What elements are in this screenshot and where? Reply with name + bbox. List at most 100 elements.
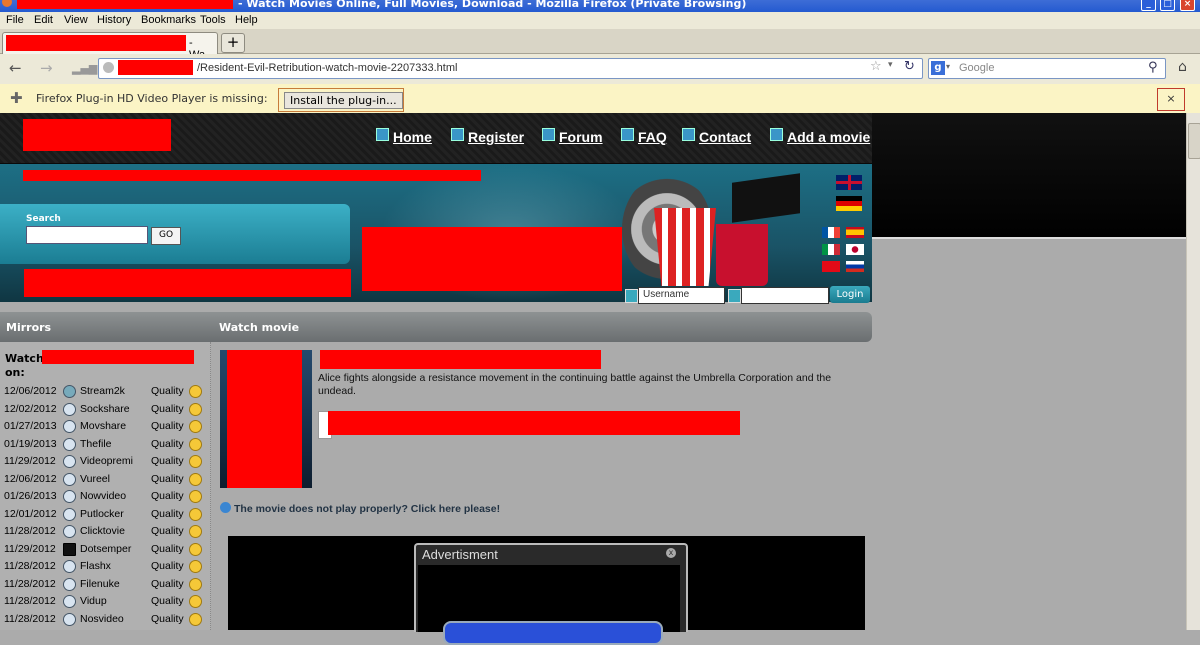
smiley-icon: [189, 560, 202, 573]
play-issue-link[interactable]: The movie does not play properly? Click …: [220, 502, 500, 515]
smiley-icon: [189, 472, 202, 486]
mirror-row[interactable]: 12/06/2012 Vureel Quality: [0, 471, 209, 488]
mirror-row[interactable]: 11/29/2012 Videopremi Quality: [0, 453, 209, 470]
mirror-host[interactable]: Stream2k: [80, 385, 125, 397]
username-input[interactable]: Username: [638, 287, 725, 304]
germany-flag-icon[interactable]: [836, 196, 862, 211]
nav-home[interactable]: Home: [376, 128, 432, 145]
nav-register[interactable]: Register: [451, 128, 524, 145]
lock-icon: [728, 289, 741, 303]
engine-dropdown-icon[interactable]: ▾: [946, 62, 950, 71]
mirror-row[interactable]: 11/28/2012 Flashx Quality: [0, 558, 209, 575]
mirror-row[interactable]: 11/29/2012 Dotsemper Quality: [0, 541, 209, 558]
home-icon[interactable]: ⌂: [1178, 59, 1187, 75]
soda-cup-icon: [716, 224, 768, 286]
ad-button[interactable]: [443, 621, 663, 645]
forward-arrow-icon[interactable]: →: [40, 59, 53, 77]
uk-flag-icon[interactable]: [836, 175, 862, 190]
google-icon[interactable]: g: [931, 61, 945, 75]
mirror-row[interactable]: 01/26/2013 Nowvideo Quality: [0, 488, 209, 505]
nav-faq[interactable]: FAQ: [621, 128, 667, 145]
nav-contact[interactable]: Contact: [682, 128, 751, 145]
menu-edit[interactable]: Edit: [34, 14, 53, 26]
install-plugin-button[interactable]: Install the plug-in...: [278, 88, 404, 112]
vertical-scrollbar[interactable]: [1186, 113, 1200, 630]
mirror-row[interactable]: 12/02/2012 Sockshare Quality: [0, 401, 209, 418]
nav-forum[interactable]: Forum: [542, 128, 603, 145]
mirror-row[interactable]: 12/06/2012 Stream2k Quality: [0, 383, 209, 400]
mirror-quality: Quality: [151, 472, 184, 485]
site-search-input[interactable]: [26, 226, 148, 244]
bookmark-star-icon[interactable]: ☆: [870, 59, 882, 74]
firefox-logo-icon: [2, 0, 12, 7]
menu-view[interactable]: View: [64, 14, 88, 26]
menu-tools[interactable]: Tools: [200, 14, 226, 26]
mirror-row[interactable]: 11/28/2012 Nosvideo Quality: [0, 611, 209, 628]
mirror-host[interactable]: Flashx: [80, 560, 111, 572]
mirror-host[interactable]: Movshare: [80, 420, 126, 432]
mirror-host[interactable]: Nosvideo: [80, 613, 124, 625]
mirror-quality: Quality: [151, 490, 184, 502]
mirror-host[interactable]: Filenuke: [80, 578, 120, 590]
menu-help[interactable]: Help: [235, 14, 258, 26]
url-bar[interactable]: /Resident-Evil-Retribution-watch-movie-2…: [98, 58, 923, 79]
mirror-host[interactable]: Thefile: [80, 438, 112, 450]
mirror-row[interactable]: 01/27/2013 Movshare Quality: [0, 418, 209, 435]
question-icon: [621, 128, 634, 141]
search-icon[interactable]: ⚲: [1148, 60, 1158, 75]
tab-active[interactable]: - Wa...: [2, 32, 218, 61]
dropdown-icon[interactable]: ▾: [888, 60, 893, 70]
menu-bookmarks[interactable]: Bookmarks: [141, 14, 196, 26]
mirror-host[interactable]: Clicktovie: [80, 525, 125, 537]
scrollbar-thumb[interactable]: [1188, 123, 1200, 159]
mirror-date: 01/27/2013: [4, 420, 57, 432]
search-bar[interactable]: g ▾ Google ⚲: [928, 58, 1166, 79]
menu-bar: File Edit View History Bookmarks Tools H…: [0, 12, 1200, 29]
mirror-date: 12/01/2012: [4, 507, 57, 520]
mirror-quality: Quality: [151, 525, 184, 537]
italy-flag-icon[interactable]: [822, 244, 840, 255]
mirror-host[interactable]: Videopremi: [80, 455, 133, 467]
mirror-host[interactable]: Sockshare: [80, 403, 130, 415]
mirror-date: 11/28/2012: [4, 612, 56, 625]
russia-flag-icon[interactable]: [846, 261, 864, 272]
mirror-host[interactable]: Nowvideo: [80, 490, 126, 502]
turkey-flag-icon[interactable]: [822, 261, 840, 272]
mirror-row[interactable]: 11/28/2012 Clicktovie Quality: [0, 523, 209, 540]
mirror-row[interactable]: 01/19/2013 Thefile Quality: [0, 436, 209, 453]
back-arrow-icon[interactable]: ←: [9, 59, 22, 77]
maximize-icon[interactable]: □: [1160, 0, 1175, 11]
globe-icon: [103, 62, 114, 73]
go-button[interactable]: GO: [151, 227, 181, 245]
nav-add-movie[interactable]: Add a movie: [770, 128, 870, 145]
mirror-row[interactable]: 11/28/2012 Filenuke Quality: [0, 576, 209, 593]
mirror-host[interactable]: Vidup: [80, 595, 107, 607]
host-icon: [63, 595, 76, 608]
minimize-icon[interactable]: _: [1141, 0, 1156, 11]
close-window-icon[interactable]: ×: [1180, 0, 1195, 11]
login-button[interactable]: Login: [830, 286, 870, 303]
mirror-date: 11/29/2012: [4, 542, 56, 555]
home-icon: [376, 128, 389, 141]
close-notification-icon[interactable]: ×: [1157, 88, 1185, 111]
japan-flag-icon[interactable]: [846, 244, 864, 255]
spain-flag-icon[interactable]: [846, 227, 864, 238]
smiley-icon: [189, 612, 202, 626]
menu-history[interactable]: History: [97, 14, 131, 26]
mirror-host[interactable]: Vureel: [80, 473, 110, 485]
mirror-row[interactable]: 12/01/2012 Putlocker Quality: [0, 506, 209, 523]
mirror-host[interactable]: Dotsemper: [80, 543, 131, 555]
france-flag-icon[interactable]: [822, 227, 840, 238]
menu-file[interactable]: File: [6, 14, 24, 26]
redacted-link[interactable]: [328, 411, 740, 435]
mirror-quality: Quality: [151, 385, 184, 397]
ad-close-icon[interactable]: x: [666, 548, 676, 558]
password-input[interactable]: [741, 287, 829, 304]
mirror-row[interactable]: 11/28/2012 Vidup Quality: [0, 593, 209, 610]
new-tab-button[interactable]: +: [221, 33, 245, 53]
mirror-host[interactable]: Putlocker: [80, 508, 124, 520]
reload-icon[interactable]: ↻: [904, 59, 915, 74]
smiley-icon: [189, 420, 202, 433]
mirror-date: 11/28/2012: [4, 577, 56, 590]
info-icon: [220, 502, 231, 513]
